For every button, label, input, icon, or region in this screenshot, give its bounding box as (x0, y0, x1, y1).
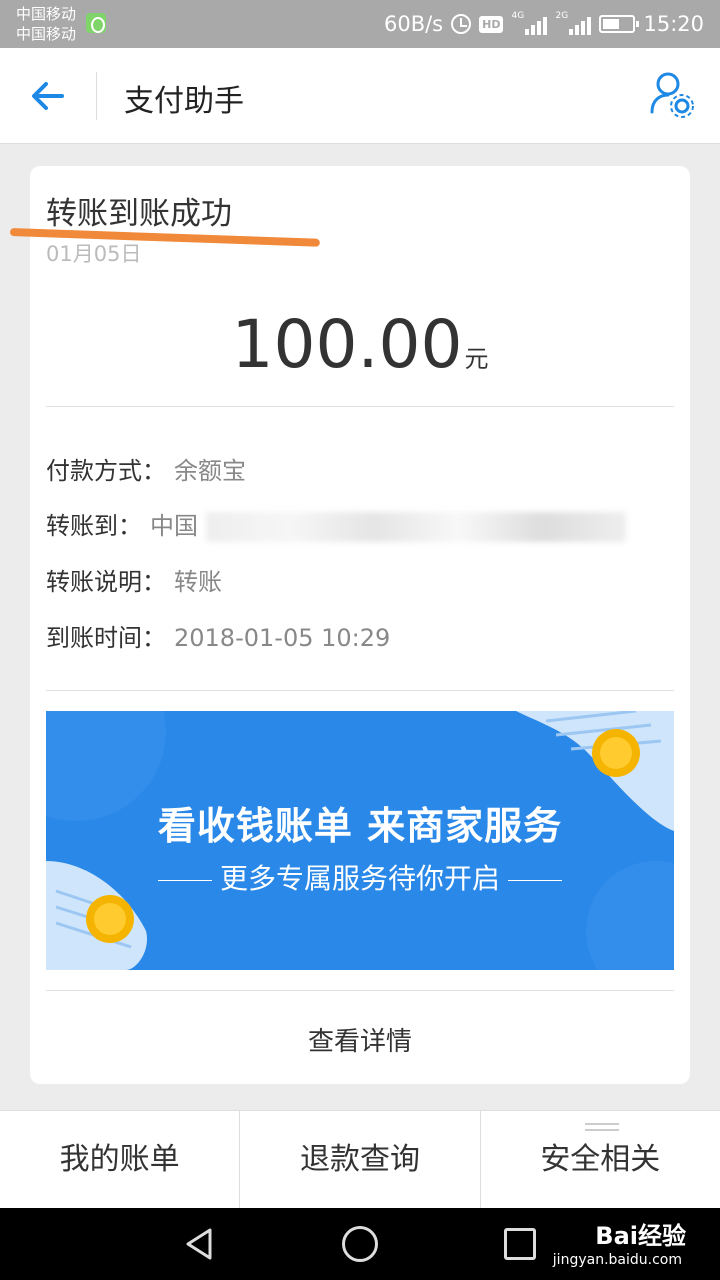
header-divider (96, 72, 97, 120)
signal-icon: 4G (511, 11, 548, 35)
carrier-2: 中国移动 (16, 25, 77, 43)
network-speed: 60B/s (383, 12, 444, 36)
watermark-url: jingyan.baidu.com (552, 1252, 682, 1268)
nav-home-icon[interactable] (342, 1226, 378, 1262)
battery-icon (599, 15, 640, 33)
tab-my-bills[interactable]: 我的账单 (0, 1111, 241, 1208)
card-title: 转账到账成功 (46, 196, 232, 232)
clock: 15:20 (643, 12, 704, 36)
view-details-button[interactable]: 查看详情 (30, 1021, 690, 1058)
page-title: 支付助手 (124, 84, 244, 119)
system-nav-bar: Bai经验 jingyan.baidu.com (0, 1208, 720, 1280)
banner-line-right (508, 879, 562, 881)
status-bar: 中国移动 中国移动 60B/s HD 4G 2G 15:20 (0, 0, 720, 48)
banner-title: 看收钱账单 来商家服务 (157, 804, 563, 848)
divider (46, 990, 674, 991)
banner-subtitle-text: 更多专属服务待你开启 (219, 862, 500, 895)
menu-grip-icon (584, 1123, 619, 1131)
signal-icon-2: 2G (555, 11, 592, 35)
row-label: 转账到： (46, 512, 142, 540)
transfer-card: 转账到账成功 01月05日 100.00元 付款方式： 余额宝 转账到： 中国 转账… (9, 166, 690, 1084)
back-arrow-icon[interactable] (26, 74, 70, 118)
amount-display: 100.00元 (30, 306, 690, 383)
merchant-service-banner[interactable]: 看收钱账单 来商家服务 更多专属服务待你开启 (46, 711, 674, 970)
amount-value: 100.00 (231, 306, 463, 383)
bottom-tabs: 我的账单 退款查询 安全相关 (0, 1110, 720, 1208)
row-value: 2018-01-05 10:29 (174, 624, 391, 652)
banner-subtitle: 更多专属服务待你开启 (46, 857, 674, 897)
transfer-note-row: 转账说明： 转账 (46, 562, 222, 597)
user-settings-icon[interactable] (648, 70, 696, 120)
payment-method-row: 付款方式： 余额宝 (46, 451, 246, 486)
divider (46, 406, 674, 407)
redacted-account (206, 512, 626, 542)
tab-security-label: 安全相关 (540, 1142, 661, 1177)
row-value: 中国 (150, 512, 198, 540)
row-label: 到账时间： (46, 624, 166, 652)
alarm-icon (451, 14, 472, 34)
amount-unit: 元 (464, 345, 489, 373)
status-indicators: 60B/s HD 4G 2G 15:20 (384, 0, 704, 48)
carrier-1: 中国移动 (16, 5, 77, 23)
row-value: 余额宝 (174, 457, 246, 485)
hd-icon: HD (479, 15, 504, 33)
banner-line-left (157, 879, 212, 881)
nav-recent-icon[interactable] (504, 1228, 536, 1260)
app-header: 支付助手 (0, 48, 720, 144)
arrival-time-row: 到账时间： 2018-01-05 10:29 (46, 618, 390, 653)
row-value: 转账 (174, 568, 222, 596)
tab-refund-query[interactable]: 退款查询 (240, 1111, 481, 1208)
watermark-brand: Bai经验 (595, 1222, 686, 1250)
row-label: 付款方式： (46, 457, 166, 485)
card-date: 01月05日 (46, 242, 142, 266)
nav-back-icon[interactable] (182, 1226, 218, 1262)
carrier-info: 中国移动 中国移动 (16, 4, 76, 44)
tab-security[interactable]: 安全相关 (481, 1111, 720, 1208)
wechat-icon (86, 13, 106, 33)
row-label: 转账说明： (46, 568, 166, 596)
transfer-to-row: 转账到： 中国 (46, 506, 626, 542)
divider (46, 690, 674, 691)
